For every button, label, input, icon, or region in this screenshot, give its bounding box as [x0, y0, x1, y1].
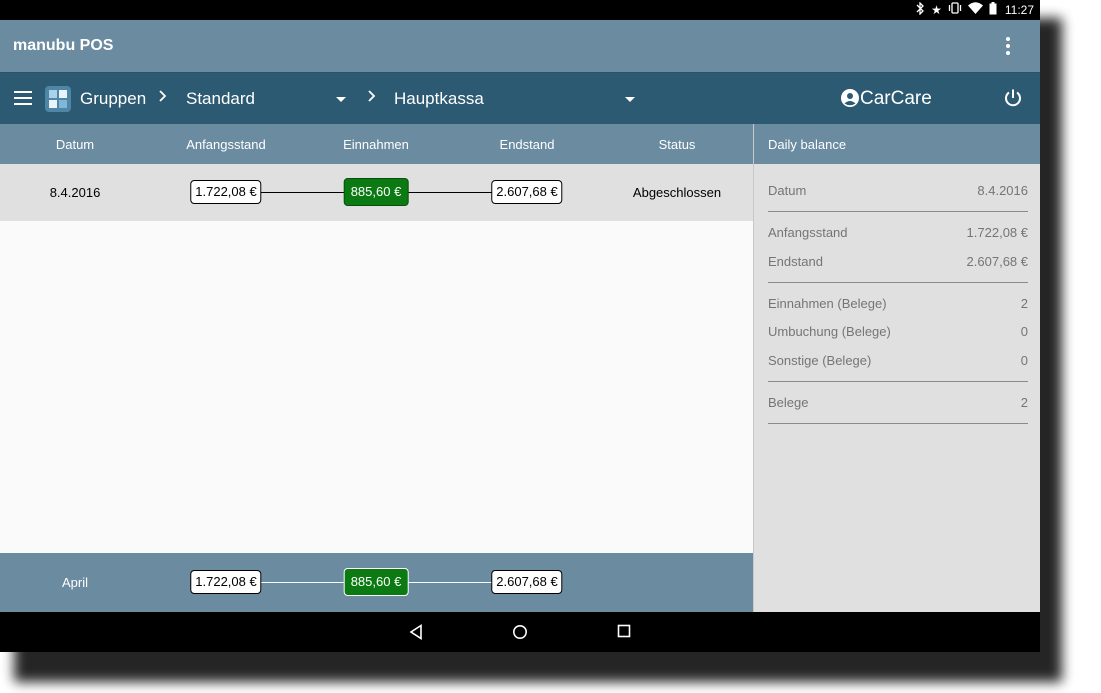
balance-value: 2	[1020, 296, 1028, 311]
status-bar: ★ 11:27	[0, 0, 1040, 20]
status-clock: 11:27	[1004, 3, 1034, 17]
daily-balance-header: Daily balance	[754, 124, 1040, 164]
row-status: Abgeschlossen	[632, 185, 722, 200]
tablet-screen: ★ 11:27 manubu POS Gruppen Standard Haup…	[0, 0, 1040, 652]
divider	[768, 282, 1028, 283]
power-icon[interactable]	[1003, 88, 1023, 108]
balance-item-einnahmen: Einnahmen (Belege) 2	[768, 296, 1028, 311]
balance-label: Datum	[768, 183, 807, 198]
divider	[768, 211, 1028, 212]
footer-endstand-badge: 2.607,68 €	[491, 570, 563, 594]
row-anfangsstand-badge: 1.722,08 €	[190, 180, 262, 204]
balance-label: Umbuchung (Belege)	[768, 324, 891, 339]
table-footer: April 1.722,08 € 885,60 € 2.607,68 €	[0, 553, 753, 612]
balance-label: Belege	[768, 395, 809, 410]
header-anfangsstand[interactable]: Anfangsstand	[186, 137, 266, 152]
balance-value: 8.4.2016	[977, 183, 1028, 198]
connector-line	[258, 192, 348, 193]
balance-value: 2.607,68 €	[966, 254, 1028, 269]
app-bar: manubu POS	[0, 20, 1040, 72]
bluetooth-icon	[915, 0, 925, 19]
footer-month: April	[61, 575, 89, 590]
divider	[768, 423, 1028, 424]
recents-icon[interactable]	[617, 624, 631, 638]
balance-value: 0	[1020, 353, 1028, 368]
balance-label: Endstand	[768, 254, 823, 269]
connector-line	[406, 192, 496, 193]
chevron-right-icon	[367, 89, 376, 106]
connector-line	[406, 582, 496, 583]
header-einnahmen[interactable]: Einnahmen	[343, 137, 409, 152]
balance-table: Datum Anfangsstand Einnahmen Endstand St…	[0, 124, 753, 612]
menu-icon[interactable]	[14, 91, 32, 105]
balance-item-anfangsstand: Anfangsstand 1.722,08 €	[768, 225, 1028, 240]
balance-value: 0	[1020, 324, 1028, 339]
footer-einnahmen-badge: 885,60 €	[343, 568, 409, 596]
back-icon[interactable]	[409, 624, 423, 640]
footer-anfangsstand-badge: 1.722,08 €	[190, 570, 262, 594]
register-dropdown-arrow-icon[interactable]	[625, 97, 635, 102]
header-status[interactable]: Status	[659, 137, 696, 152]
wifi-icon	[967, 2, 983, 18]
connector-line	[258, 582, 348, 583]
daily-balance-panel: Daily balance Datum 8.4.2016 Anfangsstan…	[753, 124, 1040, 612]
balance-label: Anfangsstand	[768, 225, 848, 240]
group-dropdown-arrow-icon[interactable]	[336, 97, 346, 102]
home-icon[interactable]	[512, 624, 528, 640]
table-row[interactable]: 8.4.2016 1.722,08 € 885,60 € 2.607,68 € …	[0, 164, 753, 221]
row-datum: 8.4.2016	[49, 185, 101, 200]
account-circle-icon	[841, 89, 859, 107]
divider	[768, 381, 1028, 382]
balance-value: 1.722,08 €	[966, 225, 1028, 240]
balance-label: Sonstige (Belege)	[768, 353, 872, 368]
group-selector[interactable]: Standard	[186, 89, 255, 109]
balance-item-endstand: Endstand 2.607,68 €	[768, 254, 1028, 269]
header-endstand[interactable]: Endstand	[500, 137, 555, 152]
register-selector[interactable]: Hauptkassa	[394, 89, 484, 109]
company-name[interactable]: CarCare	[860, 88, 932, 110]
app-title: manubu POS	[13, 37, 114, 54]
balance-item-umbuchung: Umbuchung (Belege) 0	[768, 324, 1028, 339]
navigation-bar: Gruppen Standard Hauptkassa CarCare	[0, 72, 1040, 124]
table-header: Datum Anfangsstand Einnahmen Endstand St…	[0, 124, 753, 164]
star-icon: ★	[931, 3, 942, 17]
daily-balance-title: Daily balance	[768, 137, 847, 152]
vibrate-icon	[948, 2, 962, 18]
system-navigation-bar	[0, 612, 1040, 652]
battery-icon	[989, 1, 997, 19]
chevron-right-icon	[158, 89, 167, 106]
row-einnahmen-badge: 885,60 €	[343, 178, 409, 206]
balance-item-belege: Belege 2	[768, 395, 1028, 410]
balance-value: 2	[1020, 395, 1028, 410]
row-endstand-badge: 2.607,68 €	[491, 180, 563, 204]
more-vert-icon[interactable]	[998, 34, 1018, 58]
balance-item-datum: Datum 8.4.2016	[768, 183, 1028, 198]
groups-logo-icon[interactable]	[44, 85, 72, 113]
header-datum[interactable]: Datum	[56, 137, 94, 152]
balance-label: Einnahmen (Belege)	[768, 296, 887, 311]
groups-link[interactable]: Gruppen	[80, 89, 146, 109]
balance-item-sonstige: Sonstige (Belege) 0	[768, 353, 1028, 368]
